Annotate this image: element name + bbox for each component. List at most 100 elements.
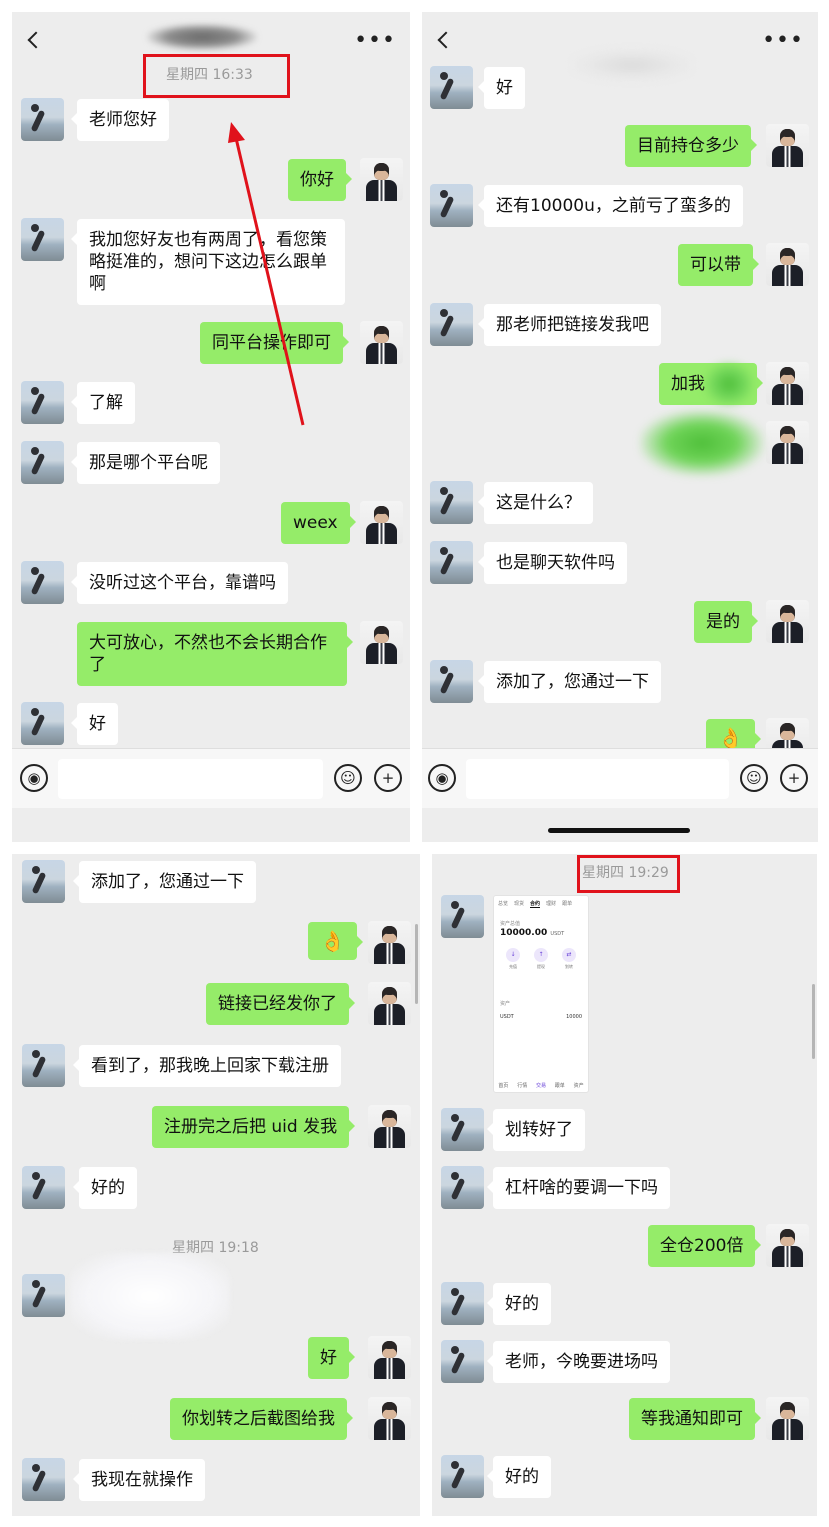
withdraw-icon: ↑ xyxy=(534,948,548,962)
avatar[interactable] xyxy=(368,982,411,1025)
avatar[interactable] xyxy=(21,381,64,424)
deposit-icon: ↓ xyxy=(506,948,520,962)
input-bar: ◉ ☺ + xyxy=(422,748,818,808)
message-bubble: 目前持仓多少 xyxy=(625,125,757,167)
message-input[interactable] xyxy=(58,759,323,799)
emoji-icon[interactable]: ☺ xyxy=(334,764,362,792)
avatar[interactable] xyxy=(441,1166,484,1209)
asset-row: USDT 10000 xyxy=(500,1014,582,1020)
avatar[interactable] xyxy=(441,1340,484,1383)
message-input[interactable] xyxy=(466,759,729,799)
avatar[interactable] xyxy=(22,1458,65,1501)
message-bubble: 你划转之后截图给我 xyxy=(170,1398,353,1440)
avatar[interactable] xyxy=(21,702,64,745)
message-bubble: 我现在就操作 xyxy=(73,1459,205,1501)
avatar[interactable] xyxy=(21,98,64,141)
avatar[interactable] xyxy=(766,1224,809,1267)
action-label: 充值 xyxy=(509,964,517,969)
voice-icon[interactable]: ◉ xyxy=(20,764,48,792)
avatar[interactable] xyxy=(766,421,809,464)
avatar[interactable] xyxy=(766,600,809,643)
account-label: 资产总值 xyxy=(500,921,521,927)
scrollbar[interactable] xyxy=(812,984,815,1059)
avatar[interactable] xyxy=(430,481,473,524)
chat-panel-1: ••• 星期四 16:33 老师您好 你好 我加您好友也有两周了，看您策略挺准的… xyxy=(12,12,410,842)
message-bubble: weex xyxy=(281,502,356,544)
message-bubble: 👌 xyxy=(308,922,363,960)
emoji-icon[interactable]: ☺ xyxy=(740,764,768,792)
avatar[interactable] xyxy=(360,501,403,544)
action-label: 提现 xyxy=(537,964,545,969)
avatar[interactable] xyxy=(430,66,473,109)
avatar[interactable] xyxy=(21,218,64,261)
avatar[interactable] xyxy=(360,621,403,664)
avatar[interactable] xyxy=(360,321,403,364)
message-bubble: 没听过这个平台，靠谱吗 xyxy=(71,562,288,604)
message-bubble: 看到了，那我晚上回家下载注册 xyxy=(73,1045,341,1087)
message-bubble: 还有10000u，之前亏了蛮多的 xyxy=(478,185,743,227)
message-bubble: 添加了，您通过一下 xyxy=(478,661,661,703)
chat-panel-2: ••• 好 目前持仓多少 还有10000u，之前亏了蛮多的 可以带 那老师把链接… xyxy=(422,12,818,842)
avatar[interactable] xyxy=(368,921,411,964)
message-bubble: 好的 xyxy=(487,1283,551,1325)
plus-icon[interactable]: + xyxy=(780,764,808,792)
message-bubble: 也是聊天软件吗 xyxy=(478,542,627,584)
screenshot-tabs: 总览 现货 合约 理财 跟单 xyxy=(498,901,573,908)
avatar[interactable] xyxy=(368,1397,411,1440)
more-options-icon[interactable]: ••• xyxy=(762,28,804,53)
avatar[interactable] xyxy=(368,1105,411,1148)
message-bubble: 大可放心，不然也不会长期合作了 xyxy=(77,622,353,686)
avatar[interactable] xyxy=(430,184,473,227)
message-bubble: 好 xyxy=(478,67,525,109)
redacted-contact-name xyxy=(572,48,692,82)
shared-screenshot[interactable]: 总览 现货 合约 理财 跟单 资产总值 10000.00 USDT ↓ ↑ ⇄ … xyxy=(493,895,589,1093)
avatar[interactable] xyxy=(441,1455,484,1498)
message-bubble: 了解 xyxy=(71,382,135,424)
voice-icon[interactable]: ◉ xyxy=(428,764,456,792)
avatar[interactable] xyxy=(441,1282,484,1325)
message-bubble: 全仓200倍 xyxy=(648,1225,762,1267)
avatar[interactable] xyxy=(360,158,403,201)
avatar[interactable] xyxy=(22,1274,65,1317)
avatar[interactable] xyxy=(766,243,809,286)
avatar[interactable] xyxy=(22,860,65,903)
message-bubble: 等我通知即可 xyxy=(629,1398,761,1440)
avatar[interactable] xyxy=(766,1397,809,1440)
avatar[interactable] xyxy=(430,660,473,703)
message-bubble: 同平台操作即可 xyxy=(200,322,349,364)
redacted-image xyxy=(70,1252,230,1340)
message-bubble: 添加了，您通过一下 xyxy=(73,861,256,903)
avatar[interactable] xyxy=(441,895,484,938)
back-arrow-icon[interactable] xyxy=(437,31,455,49)
message-bubble: 好 xyxy=(71,703,118,745)
redacted-qr-image xyxy=(640,410,764,476)
timestamp-highlight-box xyxy=(577,855,680,893)
avatar[interactable] xyxy=(22,1044,65,1087)
message-bubble: 注册完之后把 uid 发我 xyxy=(152,1106,356,1148)
avatar[interactable] xyxy=(430,303,473,346)
action-label: 划转 xyxy=(565,964,573,969)
avatar[interactable] xyxy=(368,1336,411,1379)
avatar[interactable] xyxy=(430,541,473,584)
screenshot-footer: 首页 行情 交易 跟单 资产 xyxy=(498,1083,584,1089)
message-bubble: 你好 xyxy=(288,159,352,201)
avatar[interactable] xyxy=(21,561,64,604)
message-bubble: 好的 xyxy=(73,1167,137,1209)
back-arrow-icon[interactable] xyxy=(27,31,45,49)
scrollbar[interactable] xyxy=(415,924,418,1004)
avatar[interactable] xyxy=(441,1108,484,1151)
home-indicator[interactable] xyxy=(548,828,690,833)
more-options-icon[interactable]: ••• xyxy=(354,28,396,53)
chat-panel-3: 添加了，您通过一下 👌 链接已经发你了 看到了，那我晚上回家下载注册 注册完之后… xyxy=(12,854,420,1516)
avatar[interactable] xyxy=(22,1166,65,1209)
avatar[interactable] xyxy=(21,441,64,484)
message-bubble: 那老师把链接发我吧 xyxy=(478,304,661,346)
avatar[interactable] xyxy=(766,362,809,405)
message-bubble: 可以带 xyxy=(678,244,759,286)
message-bubble: 老师您好 xyxy=(71,99,169,141)
message-bubble: 好 xyxy=(308,1337,355,1379)
avatar[interactable] xyxy=(766,124,809,167)
message-bubble: 老师，今晚要进场吗 xyxy=(487,1341,670,1383)
plus-icon[interactable]: + xyxy=(374,764,402,792)
message-bubble: 好的 xyxy=(487,1456,551,1498)
